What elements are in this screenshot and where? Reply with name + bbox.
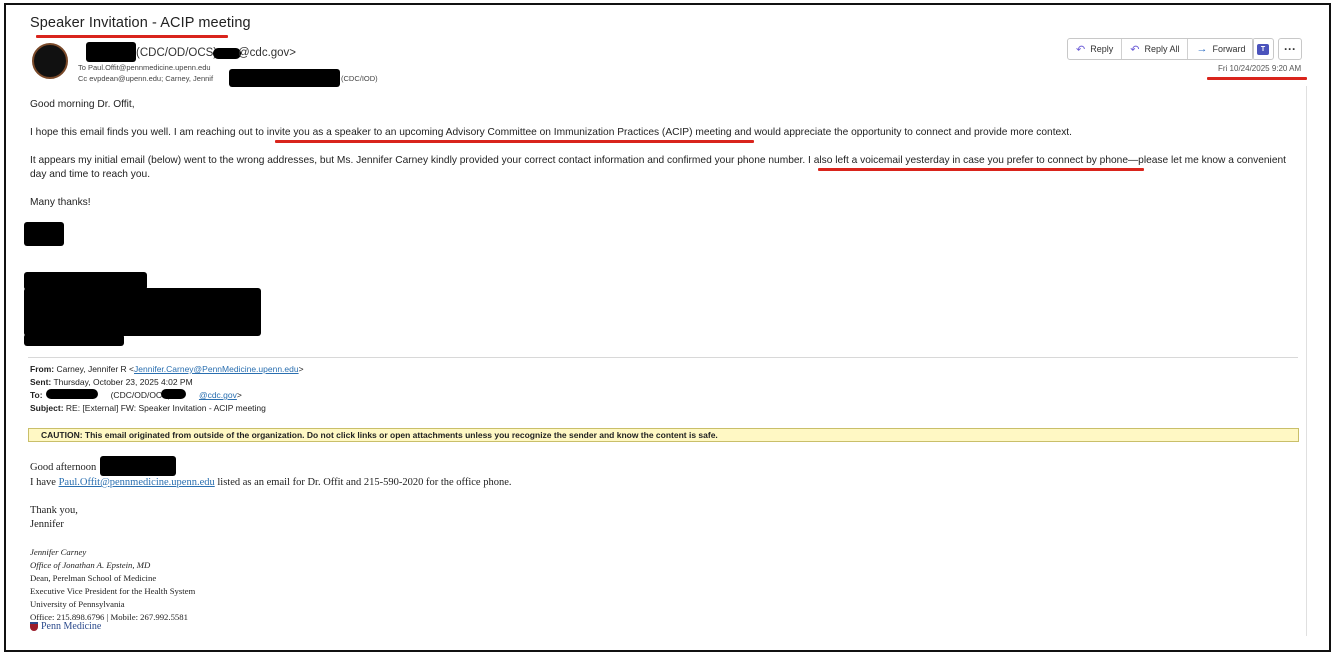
p2-highlight: I also left a voicemail yesterday in cas… (808, 155, 1128, 166)
cc-suffix: (CDC/IOD) (341, 74, 378, 83)
p1-annotation-underline (275, 140, 754, 143)
sig-name: Jennifer Carney (30, 547, 87, 557)
sig-line-1: Dean, Perelman School of Medicine (30, 573, 157, 583)
email-subject: Speaker Invitation - ACIP meeting (30, 15, 251, 31)
fwd-offit-email-link[interactable]: Paul.Offit@pennmedicine.upenn.edu (59, 477, 215, 488)
fwd-line-end: listed as an email for Dr. Offit and 215… (214, 477, 512, 488)
redacted-fwd-to-email (161, 389, 186, 399)
body-paragraph-2-line-2: day and time to reach you. (30, 169, 151, 180)
reply-all-icon: ↶ (1130, 43, 1140, 56)
more-actions-button[interactable]: ··· (1278, 38, 1302, 60)
redacted-signature-block-3 (24, 334, 124, 346)
fwd-thanks: Thank you, (30, 505, 78, 516)
reply-label: Reply (1090, 44, 1114, 54)
subject-annotation-underline (36, 35, 228, 38)
fwd-subject-value: RE: [External] FW: Speaker Invitation - … (63, 403, 266, 413)
sig-line-2: Executive Vice President for the Health … (30, 586, 196, 596)
sig-line-3: University of Pennsylvania (30, 599, 125, 609)
to-recipients[interactable]: To Paul.Offit@pennmedicine.upenn.edu (78, 63, 211, 72)
teams-icon: T (1257, 43, 1269, 55)
p2-annotation-underline (818, 168, 1144, 171)
fwd-sent-value: Thursday, October 23, 2025 4:02 PM (51, 377, 193, 387)
redacted-fwd-greeting-name (100, 456, 176, 476)
fwd-to-end: > (236, 390, 242, 400)
sender-avatar[interactable] (32, 43, 68, 79)
forwarded-divider (28, 357, 1298, 358)
message-action-bar: ↶ Reply ↶ Reply All → Forward (1067, 38, 1255, 60)
fwd-name: Jennifer (30, 519, 64, 530)
p1-end: and would appreciate the opportunity to … (731, 127, 1072, 138)
penn-medicine-logo: Penn Medicine (30, 621, 101, 632)
sent-date: Fri 10/24/2025 9:20 AM (1218, 64, 1302, 73)
date-annotation-underline (1207, 77, 1307, 80)
redacted-signature-block-2 (24, 288, 261, 336)
penn-logo-text: Penn Medicine (41, 621, 102, 632)
cc-recipients[interactable]: Cc evpdean@upenn.edu; Carney, Jennif (78, 74, 213, 83)
sender-email-suffix[interactable]: @cdc.gov> (238, 47, 296, 59)
p2-start: It appears my initial email (below) went… (30, 155, 809, 166)
reply-all-label: Reply All (1144, 44, 1180, 54)
redacted-sender-email (213, 48, 241, 59)
reply-button[interactable]: ↶ Reply (1068, 39, 1123, 59)
fwd-from-end: > (298, 364, 304, 374)
sig-office: Office of Jonathan A. Epstein, MD (30, 560, 151, 570)
fwd-from: From: Carney, Jennifer R <Jennifer.Carne… (30, 363, 304, 375)
redacted-signature-name (24, 222, 64, 246)
redacted-fwd-to-name (46, 389, 98, 399)
penn-shield-icon (30, 622, 38, 631)
teams-button[interactable]: T (1252, 38, 1274, 60)
forward-icon: → (1196, 43, 1208, 55)
fwd-sent-label: Sent: (30, 377, 52, 387)
fwd-subject: Subject: RE: [External] FW: Speaker Invi… (30, 402, 266, 414)
p1-start: I hope this email finds you well. I am r… (30, 127, 267, 138)
reply-icon: ↶ (1076, 43, 1086, 56)
fwd-to-link[interactable]: @cdc.gov (199, 390, 237, 400)
fwd-from-label: From: (30, 364, 55, 374)
external-caution-banner: CAUTION: This email originated from outs… (28, 428, 1299, 442)
fwd-line-start: I have (30, 477, 59, 488)
fwd-greeting: Good afternoon (30, 462, 97, 473)
body-paragraph-1: I hope this email finds you well. I am r… (30, 126, 1072, 140)
body-greeting: Good morning Dr. Offit, (30, 99, 135, 110)
p1-highlight: invite you as a speaker to an upcoming A… (266, 127, 732, 138)
fwd-from-link[interactable]: Jennifer.Carney@PennMedicine.upenn.edu (134, 364, 299, 374)
forward-label: Forward (1212, 44, 1246, 54)
fwd-contact-line: I have Paul.Offit@pennmedicine.upenn.edu… (30, 476, 511, 490)
redacted-cc-recipient (229, 69, 340, 87)
p2-end: —please let me know a convenient (1127, 155, 1286, 166)
fwd-to-label: To: (30, 390, 43, 400)
body-paragraph-2: It appears my initial email (below) went… (30, 154, 1286, 168)
forward-button[interactable]: → Forward (1188, 39, 1253, 59)
fwd-from-value: Carney, Jennifer R < (54, 364, 135, 374)
redacted-sender-name (86, 42, 136, 62)
fwd-sent: Sent: Thursday, October 23, 2025 4:02 PM (30, 376, 193, 388)
fwd-subject-label: Subject: (30, 403, 64, 413)
reading-pane-scroll-edge (1306, 86, 1307, 636)
body-closing: Many thanks! (30, 197, 91, 208)
reply-all-button[interactable]: ↶ Reply All (1122, 39, 1189, 59)
